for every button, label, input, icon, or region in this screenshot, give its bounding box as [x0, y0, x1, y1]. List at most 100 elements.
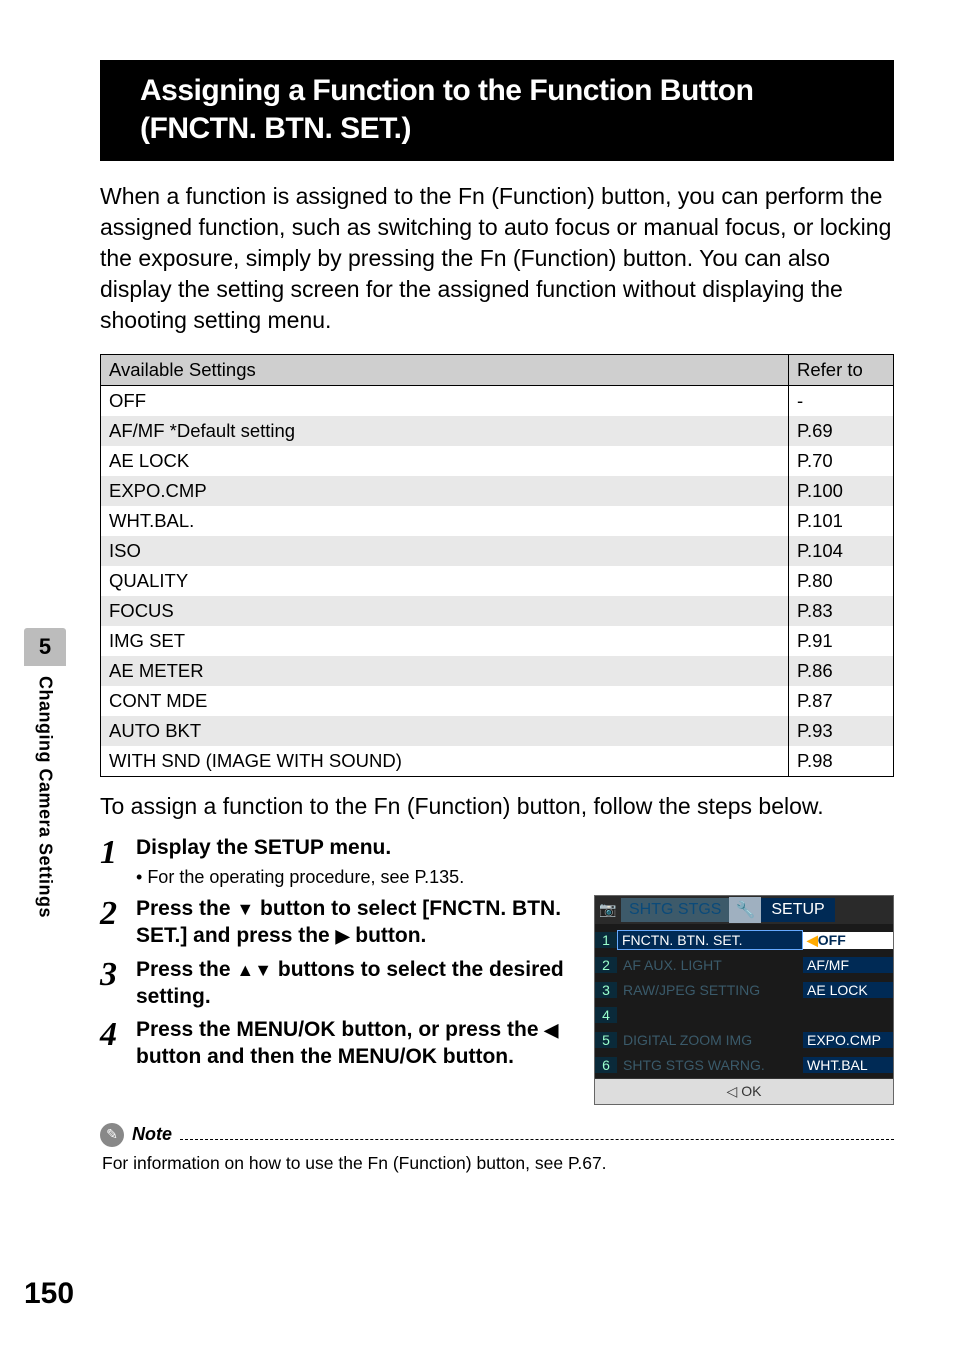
setting-cell: AE METER: [101, 656, 789, 686]
table-row: AE METERP.86: [101, 656, 894, 686]
cursor-icon: ◀: [807, 932, 818, 948]
camera-menu-screenshot: 📷 SHTG STGS 🔧 SETUP 1 FNCTN. BTN. SET. ◀…: [594, 895, 894, 1105]
tab-setup: SETUP: [761, 898, 834, 922]
row-value: AF/MF: [803, 957, 893, 973]
step-3: 3 Press the ▲▼ buttons to select the des…: [100, 956, 576, 1011]
menu-row: 5 DIGITAL ZOOM IMG EXPO.CMP: [595, 1028, 893, 1053]
ref-cell: P.93: [789, 716, 894, 746]
menu-footer: ◁ OK: [595, 1078, 893, 1104]
menu-row: 4: [595, 1003, 893, 1028]
wrench-icon: 🔧: [729, 897, 761, 923]
setting-cell: OFF: [101, 386, 789, 417]
intro-paragraph: When a function is assigned to the Fn (F…: [100, 181, 894, 336]
chapter-side-tab: 5 Changing Camera Settings: [24, 628, 66, 928]
note-label: Note: [132, 1124, 172, 1145]
row-value: AE LOCK: [803, 982, 893, 998]
down-triangle-icon: ▼: [236, 899, 254, 919]
step-subtext: For the operating procedure, see P.135.: [136, 866, 894, 889]
ref-cell: P.70: [789, 446, 894, 476]
table-header-settings: Available Settings: [101, 355, 789, 386]
note-header: ✎ Note: [100, 1123, 894, 1147]
left-triangle-icon: ◀: [544, 1020, 558, 1040]
ref-cell: P.98: [789, 746, 894, 777]
section-title: Assigning a Function to the Function But…: [130, 60, 894, 161]
row-index: 2: [595, 957, 617, 973]
row-index: 6: [595, 1057, 617, 1073]
right-triangle-icon: ▶: [336, 926, 350, 946]
ref-cell: P.83: [789, 596, 894, 626]
step-1: 1 Display the SETUP menu. For the operat…: [100, 834, 894, 889]
tab-shtg-stgs: SHTG STGS: [621, 898, 729, 922]
setting-cell: IMG SET: [101, 626, 789, 656]
up-down-triangle-icon: ▲▼: [236, 959, 272, 979]
title-accent-bar: [100, 60, 130, 161]
ref-cell: P.86: [789, 656, 894, 686]
table-header-refer: Refer to: [789, 355, 894, 386]
step-4: 4 Press the MENU/OK button, or press the…: [100, 1016, 576, 1071]
row-label: FNCTN. BTN. SET.: [617, 930, 803, 950]
table-row: AF/MF *Default settingP.69: [101, 416, 894, 446]
ref-cell: -: [789, 386, 894, 417]
menu-row: 3 RAW/JPEG SETTING AE LOCK: [595, 978, 893, 1003]
menu-row: 6 SHTG STGS WARNG. WHT.BAL: [595, 1053, 893, 1078]
table-row: WHT.BAL.P.101: [101, 506, 894, 536]
table-row: FOCUSP.83: [101, 596, 894, 626]
menu-row-selected: 1 FNCTN. BTN. SET. ◀OFF: [595, 928, 893, 953]
page-number: 150: [24, 1277, 74, 1311]
note-icon: ✎: [100, 1123, 124, 1147]
setting-cell: QUALITY: [101, 566, 789, 596]
row-index: 3: [595, 982, 617, 998]
row-index: 4: [595, 1007, 617, 1023]
table-row: CONT MDEP.87: [101, 686, 894, 716]
section-title-block: Assigning a Function to the Function But…: [100, 60, 894, 161]
row-value: ◀OFF: [803, 932, 893, 949]
ref-cell: P.104: [789, 536, 894, 566]
step-2: 2 Press the ▼ button to select [FNCTN. B…: [100, 895, 576, 950]
setting-cell: AUTO BKT: [101, 716, 789, 746]
ref-cell: P.91: [789, 626, 894, 656]
step-text: Display the SETUP menu.: [136, 834, 894, 861]
ref-cell: P.80: [789, 566, 894, 596]
step-number: 4: [100, 1016, 136, 1052]
menu-list: 1 FNCTN. BTN. SET. ◀OFF 2 AF AUX. LIGHT …: [595, 924, 893, 1078]
setting-cell: FOCUS: [101, 596, 789, 626]
step-number: 3: [100, 956, 136, 992]
menu-row: 2 AF AUX. LIGHT AF/MF: [595, 953, 893, 978]
setting-cell: WHT.BAL.: [101, 506, 789, 536]
step-number: 1: [100, 834, 136, 870]
note-text: For information on how to use the Fn (Fu…: [102, 1153, 894, 1174]
steps-list: 1 Display the SETUP menu. For the operat…: [100, 834, 894, 1105]
step-text: Press the ▲▼ buttons to select the desir…: [136, 956, 576, 1011]
ref-cell: P.101: [789, 506, 894, 536]
row-label: AF AUX. LIGHT: [617, 957, 803, 973]
note-dash-line: [180, 1130, 894, 1140]
table-row: AUTO BKTP.93: [101, 716, 894, 746]
chapter-number: 5: [24, 628, 66, 666]
setting-cell: CONT MDE: [101, 686, 789, 716]
row-index: 5: [595, 1032, 617, 1048]
row-index: 1: [595, 932, 617, 948]
menu-tabs: 📷 SHTG STGS 🔧 SETUP: [595, 896, 893, 924]
instruction-paragraph: To assign a function to the Fn (Function…: [100, 791, 894, 822]
chapter-label: Changing Camera Settings: [35, 666, 56, 928]
setting-cell: ISO: [101, 536, 789, 566]
table-row: ISOP.104: [101, 536, 894, 566]
row-value: EXPO.CMP: [803, 1032, 893, 1048]
row-value: WHT.BAL: [803, 1057, 893, 1073]
setting-cell: AF/MF *Default setting: [101, 416, 789, 446]
row-label: SHTG STGS WARNG.: [617, 1057, 803, 1073]
setting-cell: EXPO.CMP: [101, 476, 789, 506]
table-row: QUALITYP.80: [101, 566, 894, 596]
row-label: DIGITAL ZOOM IMG: [617, 1032, 803, 1048]
step-text: Press the ▼ button to select [FNCTN. BTN…: [136, 895, 576, 950]
setting-cell: WITH SND (IMAGE WITH SOUND): [101, 746, 789, 777]
setting-cell: AE LOCK: [101, 446, 789, 476]
table-row: OFF-: [101, 386, 894, 417]
step-number: 2: [100, 895, 136, 931]
table-row: AE LOCKP.70: [101, 446, 894, 476]
table-row: EXPO.CMPP.100: [101, 476, 894, 506]
available-settings-table: Available Settings Refer to OFF- AF/MF *…: [100, 354, 894, 777]
ref-cell: P.100: [789, 476, 894, 506]
row-label: RAW/JPEG SETTING: [617, 982, 803, 998]
ref-cell: P.87: [789, 686, 894, 716]
